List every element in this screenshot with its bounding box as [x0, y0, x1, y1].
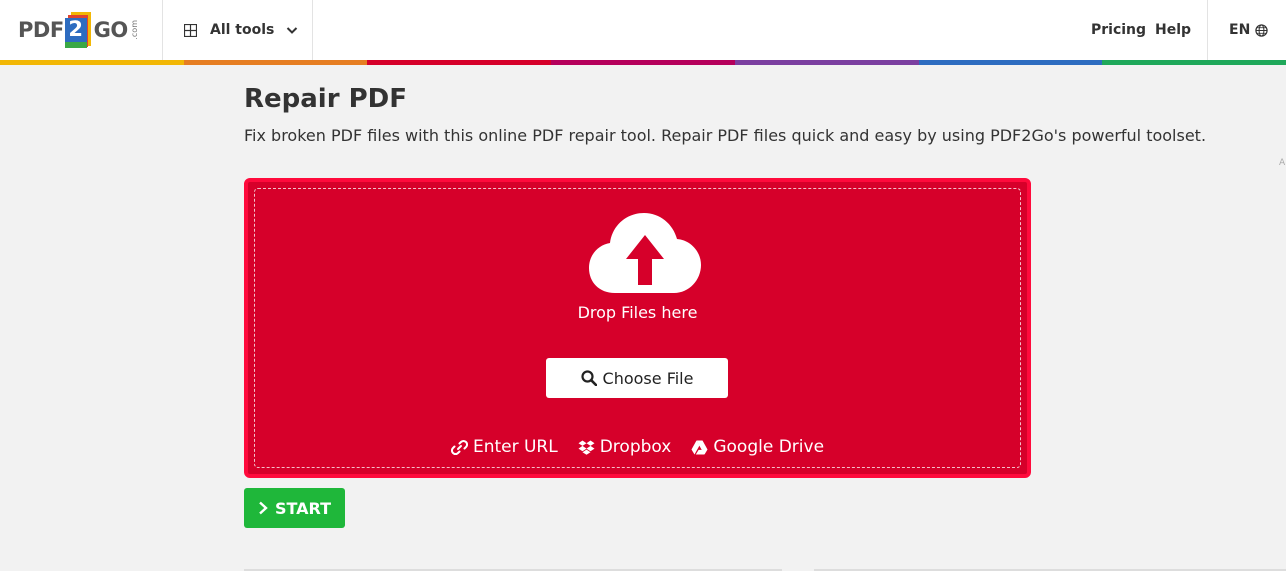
- start-label: START: [274, 498, 332, 518]
- side-mark: A: [1279, 158, 1286, 168]
- logo-text-right: GO: [93, 18, 129, 42]
- all-tools-label: All tools: [210, 22, 275, 38]
- cloud-upload-icon: [589, 213, 701, 293]
- grid-icon: [184, 23, 197, 37]
- header-divider: [1207, 0, 1208, 60]
- drop-files-text: Drop Files here: [577, 303, 698, 322]
- page-description: Fix broken PDF files with this online PD…: [244, 126, 1207, 145]
- language-code: EN: [1229, 22, 1251, 38]
- enter-url-link[interactable]: Enter URL: [450, 437, 558, 457]
- logo-number: 2: [68, 17, 83, 41]
- color-stripe-segment: [1102, 60, 1286, 65]
- chevron-right-icon: [259, 501, 268, 515]
- page-title: Repair PDF: [244, 84, 407, 114]
- dropbox-label: Dropbox: [599, 437, 672, 457]
- color-stripe-segment: [918, 60, 1103, 65]
- link-icon: [450, 439, 468, 455]
- color-stripe: [0, 60, 1286, 65]
- chevron-down-icon: [287, 27, 298, 34]
- enter-url-label: Enter URL: [472, 437, 558, 457]
- color-stripe-segment: [183, 60, 368, 65]
- google-drive-icon: [691, 440, 708, 454]
- nav-pricing-link[interactable]: Pricing: [1091, 0, 1146, 60]
- nav-help-link[interactable]: Help: [1155, 0, 1191, 60]
- search-icon: [580, 370, 597, 386]
- choose-file-button[interactable]: Choose File: [546, 358, 728, 398]
- globe-icon: [1255, 23, 1268, 37]
- dropbox-icon: [578, 440, 595, 455]
- header-divider: [312, 0, 313, 60]
- google-drive-label: Google Drive: [713, 437, 825, 457]
- drop-zone-dashed-border: Drop Files here Choose File Enter URL Dr…: [254, 188, 1021, 468]
- pdf2go-logo[interactable]: PDF 2 GO .com: [18, 10, 139, 50]
- upload-sources: Enter URL Dropbox Google Drive: [255, 437, 1020, 457]
- logo-suffix: .com: [129, 20, 139, 40]
- start-button[interactable]: START: [244, 488, 345, 528]
- google-drive-link[interactable]: Google Drive: [691, 437, 824, 457]
- color-stripe-segment: [734, 60, 919, 65]
- file-drop-zone[interactable]: Drop Files here Choose File Enter URL Dr…: [244, 178, 1031, 478]
- dropbox-link[interactable]: Dropbox: [578, 437, 672, 457]
- color-stripe-segment: [551, 60, 735, 65]
- language-selector[interactable]: EN: [1229, 0, 1268, 60]
- color-stripe-segment: [367, 60, 552, 65]
- logo-mark: 2: [64, 12, 93, 48]
- top-header: PDF 2 GO .com All tools Pricing Help EN: [0, 0, 1286, 60]
- color-stripe-segment: [0, 60, 184, 65]
- choose-file-label: Choose File: [602, 368, 694, 388]
- logo-text-left: PDF: [18, 18, 64, 42]
- all-tools-menu[interactable]: All tools: [163, 0, 312, 60]
